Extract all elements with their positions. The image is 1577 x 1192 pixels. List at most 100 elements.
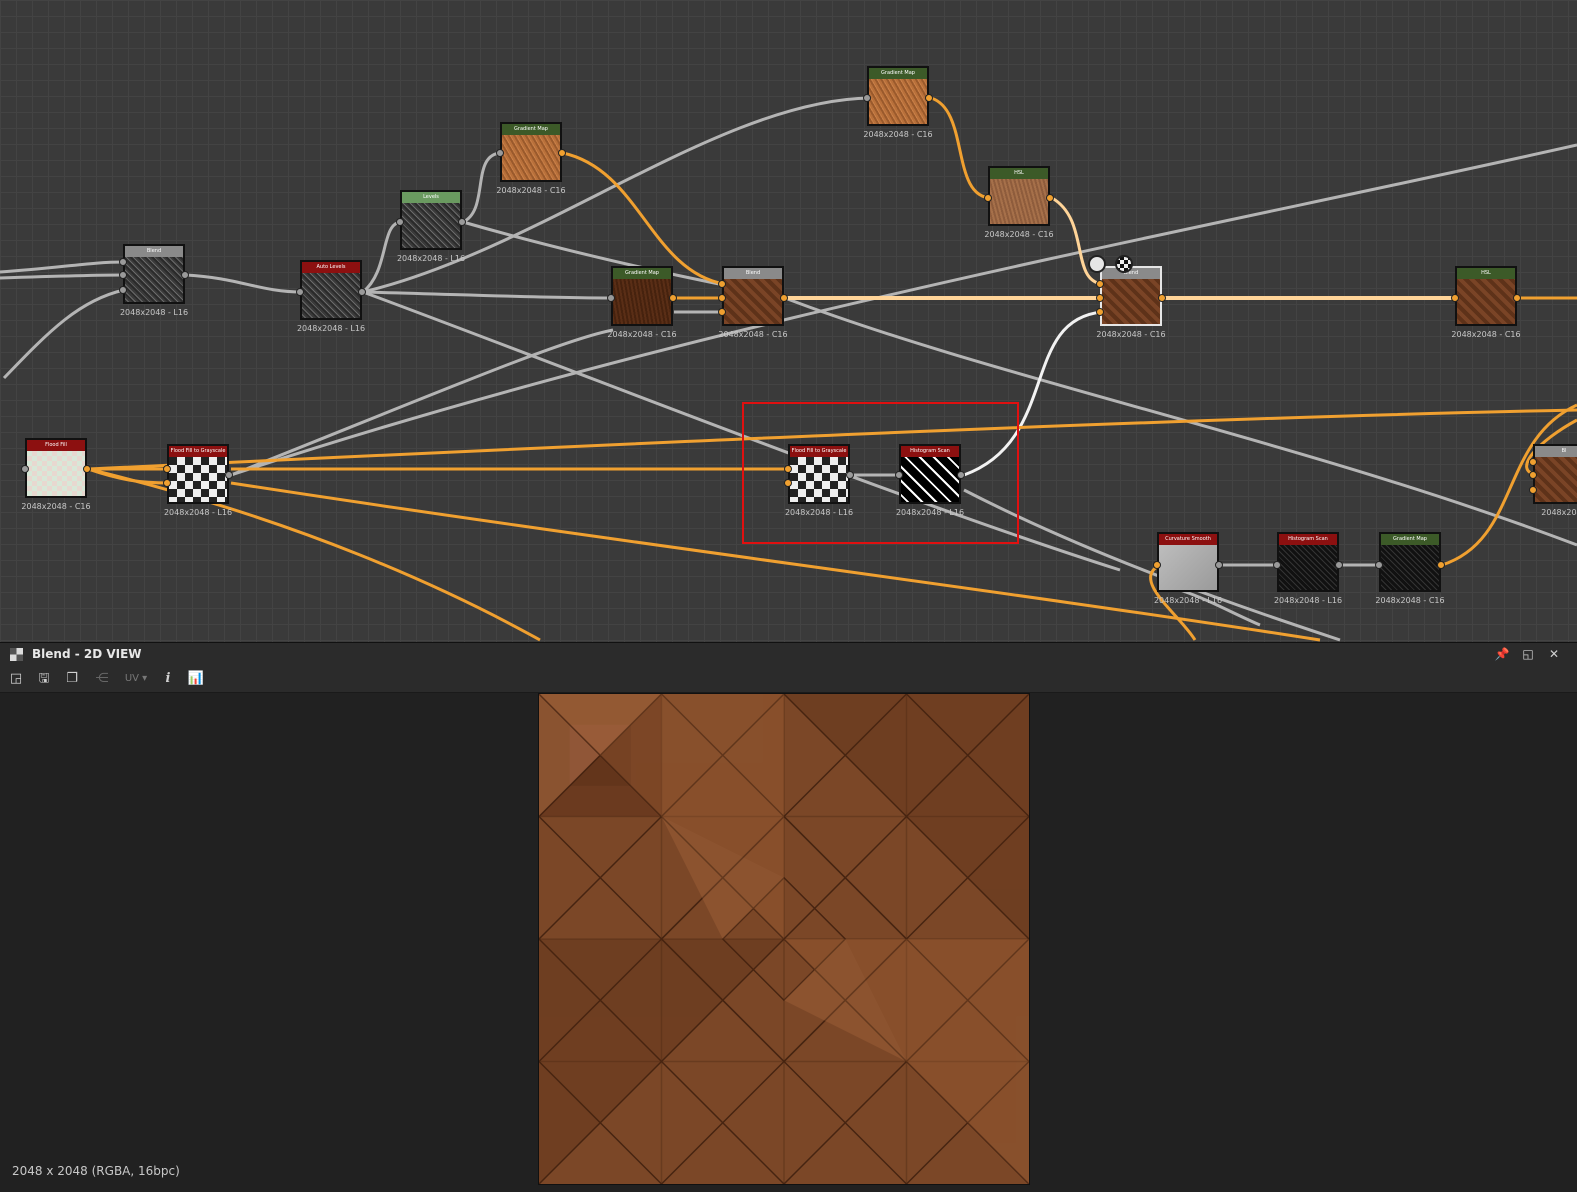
save-icon[interactable]: 🖫 xyxy=(34,669,54,689)
node-gradient-map-2[interactable]: Gradient Map xyxy=(867,66,929,126)
input-port[interactable] xyxy=(718,308,726,316)
input-port[interactable] xyxy=(1153,561,1161,569)
input-port[interactable] xyxy=(163,479,171,487)
node-blend-3[interactable]: Blend xyxy=(1100,266,1162,326)
wire xyxy=(462,220,725,287)
input-port[interactable] xyxy=(496,149,504,157)
input-port[interactable] xyxy=(1451,294,1459,302)
info-icon[interactable]: i xyxy=(158,669,178,689)
node-title: Histogram Scan xyxy=(1279,534,1337,545)
output-port[interactable] xyxy=(458,218,466,226)
node-thumbnail xyxy=(1381,545,1439,590)
node-thumbnail xyxy=(1535,457,1577,502)
input-port[interactable] xyxy=(718,280,726,288)
output-port[interactable] xyxy=(780,294,788,302)
node-ff-grayscale-1[interactable]: Flood Fill to Grayscale xyxy=(167,444,229,504)
histogram-icon[interactable]: 📊 xyxy=(186,669,206,689)
display-icon[interactable]: ◲ xyxy=(6,669,26,689)
output-port[interactable] xyxy=(225,471,233,479)
input-port[interactable] xyxy=(119,258,127,266)
node-auto-levels[interactable]: Auto Levels xyxy=(300,260,362,320)
node-histogram-scan-2[interactable]: Histogram Scan xyxy=(1277,532,1339,592)
output-port[interactable] xyxy=(1046,194,1054,202)
node-curvature-smooth[interactable]: Curvature Smooth xyxy=(1157,532,1219,592)
node-thumbnail xyxy=(869,79,927,124)
close-icon[interactable]: ✕ xyxy=(1546,647,1562,661)
node-gradient-map-3[interactable]: Gradient Map xyxy=(611,266,673,326)
input-port[interactable] xyxy=(1096,294,1104,302)
node-blend-4[interactable]: Bl xyxy=(1533,444,1577,504)
node-resolution: 2048x2048 - L16 xyxy=(1273,596,1343,605)
input-port[interactable] xyxy=(718,294,726,302)
output-port[interactable] xyxy=(558,149,566,157)
node-hsl-2[interactable]: HSL xyxy=(1455,266,1517,326)
node-title: Bl xyxy=(1535,446,1577,457)
input-port[interactable] xyxy=(119,271,127,279)
output-port[interactable] xyxy=(1335,561,1343,569)
input-port[interactable] xyxy=(119,286,127,294)
input-port[interactable] xyxy=(21,465,29,473)
output-port[interactable] xyxy=(1215,561,1223,569)
wire xyxy=(185,273,303,294)
input-port[interactable] xyxy=(1273,561,1281,569)
wire xyxy=(362,290,614,300)
input-port[interactable] xyxy=(1529,486,1537,494)
node-gradient-map-4[interactable]: Gradient Map xyxy=(1379,532,1441,592)
maximize-icon[interactable]: ◱ xyxy=(1520,647,1536,661)
uv-dropdown[interactable]: UV ▾ xyxy=(118,669,154,689)
node-resolution: 2048x2048 - C16 xyxy=(496,186,566,195)
node-flood-fill[interactable]: Flood Fill xyxy=(25,438,87,498)
copy-icon[interactable]: ❐ xyxy=(62,669,82,689)
input-port[interactable] xyxy=(1096,308,1104,316)
output-port[interactable] xyxy=(1158,294,1166,302)
input-port[interactable] xyxy=(607,294,615,302)
node-resolution: 2048x2048 - C16 xyxy=(607,330,677,339)
input-port[interactable] xyxy=(1375,561,1383,569)
status-text: 2048 x 2048 (RGBA, 16bpc) xyxy=(12,1164,180,1178)
input-port[interactable] xyxy=(1529,471,1537,479)
node-hsl-1[interactable]: HSL xyxy=(988,166,1050,226)
node-blend-2[interactable]: Blend xyxy=(722,266,784,326)
input-port[interactable] xyxy=(984,194,992,202)
node-blend-1[interactable]: Blend xyxy=(123,244,185,304)
output-port[interactable] xyxy=(1437,561,1445,569)
input-port[interactable] xyxy=(396,218,404,226)
node-resolution: 2048x2048 - L16 xyxy=(1153,596,1223,605)
panel-title: Blend - 2D VIEW xyxy=(32,647,142,661)
node-title: Curvature Smooth xyxy=(1159,534,1217,545)
output-port[interactable] xyxy=(181,271,189,279)
node-levels[interactable]: Levels xyxy=(400,190,462,250)
checker-icon[interactable] xyxy=(1115,255,1133,273)
view-area[interactable] xyxy=(0,693,1577,1192)
node-title: Blend xyxy=(125,246,183,257)
input-port[interactable] xyxy=(1529,458,1537,466)
output-port[interactable] xyxy=(83,465,91,473)
output-port[interactable] xyxy=(1513,294,1521,302)
node-title: Auto Levels xyxy=(302,262,360,273)
output-port[interactable] xyxy=(925,94,933,102)
panel-title-bar: Blend - 2D VIEW 📌 ◱ ✕ xyxy=(0,642,1577,667)
node-graph[interactable]: Blend 2048x2048 - L16 Auto Levels 2048x2048… xyxy=(0,0,1577,642)
node-resolution: 2048x2048 - L16 xyxy=(163,508,233,517)
input-port[interactable] xyxy=(1096,280,1104,288)
output-port[interactable] xyxy=(669,294,677,302)
node-title: Gradient Map xyxy=(502,124,560,135)
document-icon[interactable] xyxy=(1088,255,1106,273)
node-thumbnail xyxy=(613,279,671,324)
output-port[interactable] xyxy=(358,288,366,296)
node-gradient-map-1[interactable]: Gradient Map xyxy=(500,122,562,182)
node-thumbnail xyxy=(402,203,460,248)
node-resolution: 2048x2048 - L16 xyxy=(119,308,189,317)
pin-icon[interactable]: 📌 xyxy=(1494,647,1510,661)
texture-preview[interactable] xyxy=(538,693,1030,1185)
node-thumbnail xyxy=(990,179,1048,224)
input-port[interactable] xyxy=(863,94,871,102)
node-resolution: 2048x2048 - C16 xyxy=(1375,596,1445,605)
input-port[interactable] xyxy=(163,465,171,473)
input-port[interactable] xyxy=(296,288,304,296)
node-resolution: 2048x2048 - C16 xyxy=(1451,330,1521,339)
wire xyxy=(0,273,125,280)
node-resolution: 2048x2048 - C16 xyxy=(21,502,91,511)
node-resolution: 2048x2048 - C16 xyxy=(984,230,1054,239)
node-resolution: 2048x2048 - C16 xyxy=(1096,330,1166,339)
